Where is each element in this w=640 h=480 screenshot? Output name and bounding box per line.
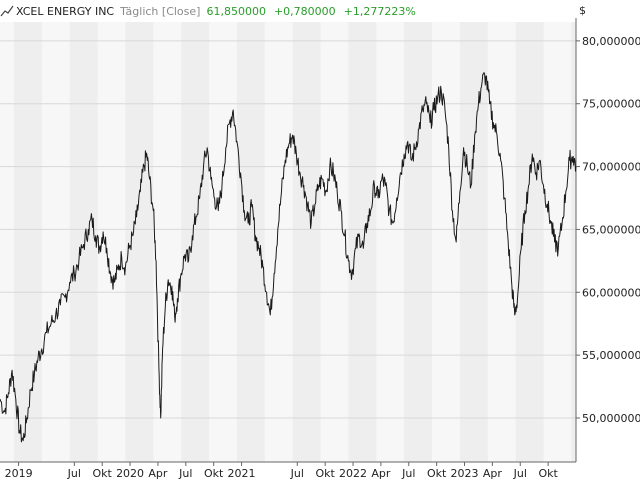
quarter-band bbox=[515, 22, 544, 462]
month-bands bbox=[0, 22, 576, 462]
chart-plot: 80,000000 75,000000 70,000000 65,000000 60,0… bbox=[0, 4, 640, 480]
x-tick-label: 2021 bbox=[228, 467, 256, 480]
quarter-band bbox=[125, 22, 154, 462]
line-chart-icon bbox=[0, 5, 14, 17]
y-tick-label: 65,000000 bbox=[582, 223, 640, 236]
y-tick-label: 50,000000 bbox=[582, 412, 640, 425]
currency-label: $ bbox=[579, 4, 586, 17]
x-tick-label: Okt bbox=[427, 467, 447, 480]
period-label: Täglich [Close] bbox=[120, 4, 201, 18]
x-tick-label: Apr bbox=[148, 467, 168, 480]
instrument-name: XCEL ENERGY INC bbox=[16, 4, 115, 18]
x-tick-label: Okt bbox=[204, 467, 224, 480]
x-tick-label: 2023 bbox=[451, 467, 479, 480]
last-price: 61,850000 bbox=[206, 4, 266, 18]
price-change-percent: +1,277223% bbox=[343, 4, 416, 18]
price-change: +0,780000 bbox=[273, 4, 336, 18]
x-tick-label: Okt bbox=[315, 467, 335, 480]
quarter-band bbox=[459, 22, 488, 462]
quarter-band bbox=[571, 22, 576, 462]
x-tick-label: 2020 bbox=[116, 467, 144, 480]
x-tick-label: Jul bbox=[290, 467, 304, 480]
x-tick-label: Jul bbox=[178, 467, 192, 480]
x-tick-label: Okt bbox=[93, 467, 113, 480]
x-tick-label: Jul bbox=[401, 467, 415, 480]
y-tick-label: 60,000000 bbox=[582, 286, 640, 299]
y-tick-label: 75,000000 bbox=[582, 98, 640, 111]
x-tick-label: Jul bbox=[513, 467, 527, 480]
quarter-band bbox=[69, 22, 98, 462]
quarter-band bbox=[404, 22, 432, 462]
stock-chart: XCEL ENERGY INC Täglich [Close] 61,85000… bbox=[0, 0, 640, 480]
chart-header: XCEL ENERGY INC Täglich [Close] 61,85000… bbox=[0, 2, 420, 20]
quarter-band bbox=[181, 22, 210, 462]
x-tick-label: Jul bbox=[67, 467, 81, 480]
quarter-band bbox=[292, 22, 321, 462]
x-tick-label: Okt bbox=[538, 467, 558, 480]
y-tick-label: 55,000000 bbox=[582, 349, 640, 362]
x-tick-label: Apr bbox=[371, 467, 391, 480]
x-tick-label: 2019 bbox=[5, 467, 33, 480]
x-tick-label: 2022 bbox=[339, 467, 367, 480]
y-tick-label: 70,000000 bbox=[582, 161, 640, 174]
quarter-band bbox=[13, 22, 42, 462]
quarter-band bbox=[236, 22, 265, 462]
y-tick-label: 80,000000 bbox=[582, 35, 640, 48]
x-tick-label: Apr bbox=[483, 467, 503, 480]
